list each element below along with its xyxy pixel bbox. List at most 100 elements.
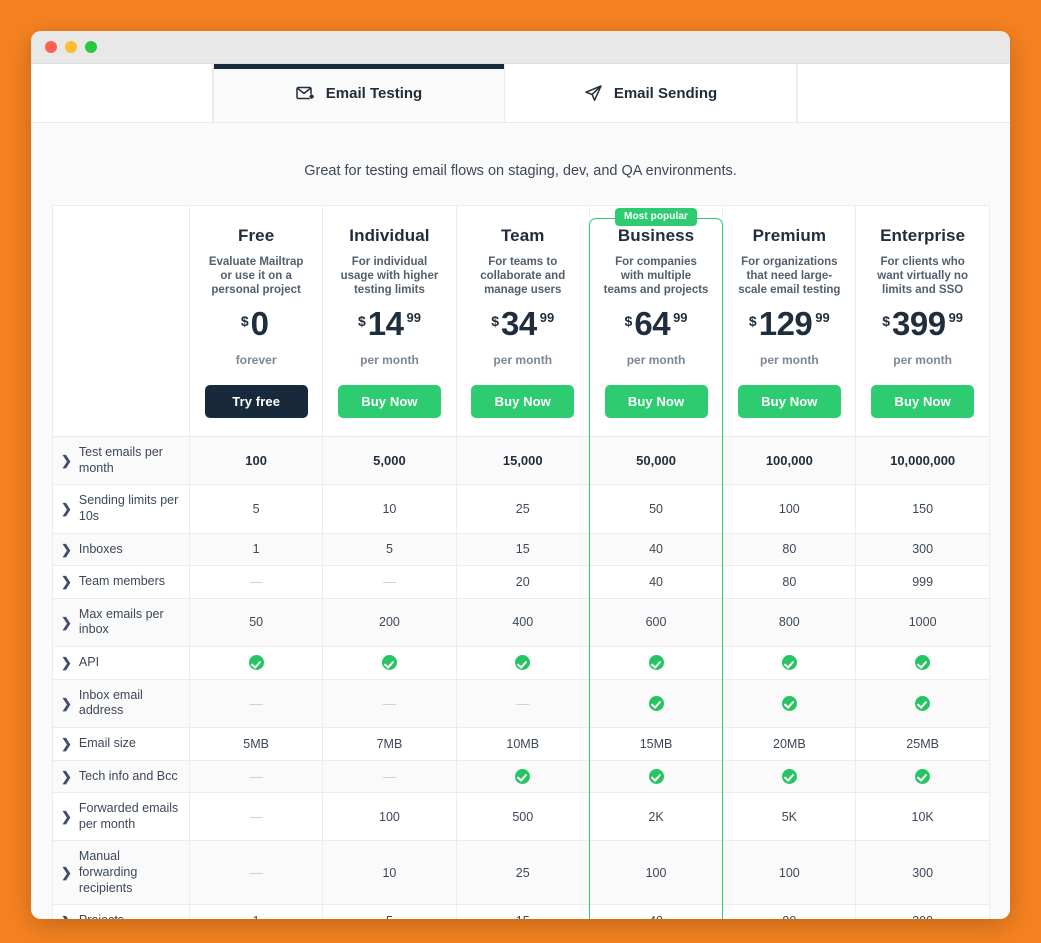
not-included-dash: — [249, 695, 263, 711]
feature-label: Tech info and Bcc [78, 768, 178, 783]
tab-email-testing[interactable]: Email Testing [213, 64, 505, 122]
plan-header-individual: Individual For individual usage with high… [322, 205, 457, 437]
feature-value-cell [588, 646, 724, 680]
feature-label-cell[interactable]: ❯ Max emails per inbox [52, 597, 190, 648]
plan-cta-button[interactable]: Buy Now [737, 385, 841, 418]
feature-value-cell: 40 [588, 532, 724, 567]
feature-value-cell: 5 [322, 904, 457, 919]
check-icon [648, 655, 664, 671]
feature-value-cell: 5 [188, 484, 324, 534]
plan-description: Evaluate Mailtrap or use it on a persona… [208, 256, 304, 296]
chevron-right-icon[interactable]: ❯ [61, 866, 72, 879]
feature-value-cell: 100 [722, 484, 857, 534]
price-currency: $ [748, 313, 757, 329]
feature-label-cell[interactable]: ❯ Tech info and Bcc [52, 759, 190, 794]
chevron-right-icon[interactable]: ❯ [61, 616, 72, 629]
tab-bar: Email Testing Email Sending [31, 64, 1010, 123]
feature-value-cell [855, 646, 990, 680]
plan-price: $0 [199, 307, 313, 345]
feature-value-cell: 15 [455, 904, 590, 919]
plan-header-business: Business For companies with multiple team… [588, 205, 724, 437]
feature-label: Sending limits per 10s [78, 493, 179, 523]
price-amount: 34 [501, 305, 537, 342]
feature-label-cell[interactable]: ❯ Inbox email address [52, 678, 190, 728]
feature-value-cell: 40 [588, 904, 724, 919]
table-row: ❯ Email size 5MB 7MB 10MB 15MB 20MB 25MB [52, 726, 990, 761]
feature-value-cell [855, 678, 990, 728]
feature-value-cell: 999 [855, 565, 990, 599]
price-cents: 99 [673, 310, 688, 325]
feature-label: Projects [79, 913, 124, 919]
close-window-button[interactable] [45, 41, 57, 53]
feature-label-cell[interactable]: ❯ Team members [52, 565, 190, 599]
page-content: Email Testing Email Sending Great for te… [31, 64, 1010, 919]
price-cents: 99 [539, 310, 555, 325]
feature-value-cell: 10 [322, 484, 457, 534]
maximize-window-button[interactable] [85, 41, 97, 53]
feature-label-cell[interactable]: ❯ Sending limits per 10s [52, 484, 190, 534]
feature-value-cell: 100 [722, 840, 857, 906]
feature-value-cell: 1 [188, 532, 324, 567]
feature-value-cell: — [322, 678, 457, 728]
not-included-dash: — [249, 768, 263, 784]
chevron-right-icon[interactable]: ❯ [61, 543, 72, 556]
chevron-right-icon[interactable]: ❯ [61, 656, 72, 669]
plan-cta-button[interactable]: Buy Now [337, 385, 441, 418]
plan-name: Business [617, 226, 695, 245]
plan-header-enterprise: Enterprise For clients who want virtually… [855, 205, 990, 437]
feature-value-cell: — [322, 565, 457, 599]
plan-cta-button[interactable]: Try free [204, 385, 308, 418]
feature-value-cell: 20 [455, 565, 590, 599]
plan-period: forever [235, 353, 277, 367]
chevron-right-icon[interactable]: ❯ [61, 502, 72, 515]
feature-label: Max emails per inbox [78, 606, 164, 637]
plan-name: Team [500, 226, 545, 245]
chevron-right-icon[interactable]: ❯ [61, 454, 72, 467]
plan-period: per month [360, 353, 419, 367]
feature-label-cell[interactable]: ❯ Inboxes [52, 532, 190, 567]
price-currency: $ [491, 313, 500, 329]
chevron-right-icon[interactable]: ❯ [61, 737, 72, 750]
feature-value-cell: 800 [722, 597, 857, 648]
feature-value-cell: 600 [588, 597, 724, 648]
plan-header-row: Free Evaluate Mailtrap or use it on a per… [52, 205, 990, 437]
feature-label-cell[interactable]: ❯ Forwarded emails per month [52, 792, 190, 842]
table-row: ❯Projects15154080300 [52, 904, 990, 919]
table-row: ❯ Forwarded emails per month — 100 500 2K 5K 10… [52, 792, 990, 842]
not-included-dash: — [382, 768, 396, 784]
feature-label-cell[interactable]: ❯ Test emails per month [52, 435, 190, 486]
feature-label-cell[interactable]: ❯ Manual forwarding recipients [52, 840, 190, 906]
feature-label: Team members [78, 574, 166, 589]
feature-value-cell: 5K [722, 792, 857, 842]
plan-description: For organizations that need large-scale … [738, 256, 841, 296]
feature-value-cell: 300 [855, 840, 990, 906]
check-icon [381, 655, 397, 671]
chevron-right-icon[interactable]: ❯ [61, 810, 72, 823]
feature-value-cell: 100 [188, 435, 324, 486]
price-currency: $ [357, 313, 366, 329]
plan-cta-button[interactable]: Buy Now [604, 385, 708, 418]
pricing-table-head: Free Evaluate Mailtrap or use it on a per… [52, 205, 990, 437]
check-icon [915, 695, 931, 711]
not-included-dash: — [516, 695, 530, 711]
check-icon [781, 768, 797, 784]
plan-header-premium: Premium For organizations that need large… [722, 205, 857, 437]
plan-cta-button[interactable]: Buy Now [871, 385, 975, 418]
chevron-right-icon[interactable]: ❯ [61, 575, 72, 588]
plan-cta-button[interactable]: Buy Now [471, 385, 575, 418]
chevron-right-icon[interactable]: ❯ [61, 697, 72, 710]
tab-email-sending[interactable]: Email Sending [505, 64, 797, 122]
tab-bar-left-filler [31, 64, 213, 122]
feature-label-cell[interactable]: ❯ API [52, 646, 190, 680]
plan-period: per month [893, 353, 952, 367]
chevron-right-icon[interactable]: ❯ [61, 770, 72, 783]
minimize-window-button[interactable] [65, 41, 77, 53]
feature-value-cell: 10,000,000 [855, 435, 990, 486]
chevron-right-icon[interactable]: ❯ [61, 915, 72, 919]
feature-label-cell[interactable]: ❯ Email size [52, 726, 190, 761]
feature-value-cell [722, 678, 857, 728]
feature-label-cell[interactable]: ❯ Projects [52, 904, 190, 919]
feature-value-cell [722, 646, 857, 680]
feature-value-cell [588, 759, 724, 794]
plan-price: $129 99 [732, 307, 846, 345]
